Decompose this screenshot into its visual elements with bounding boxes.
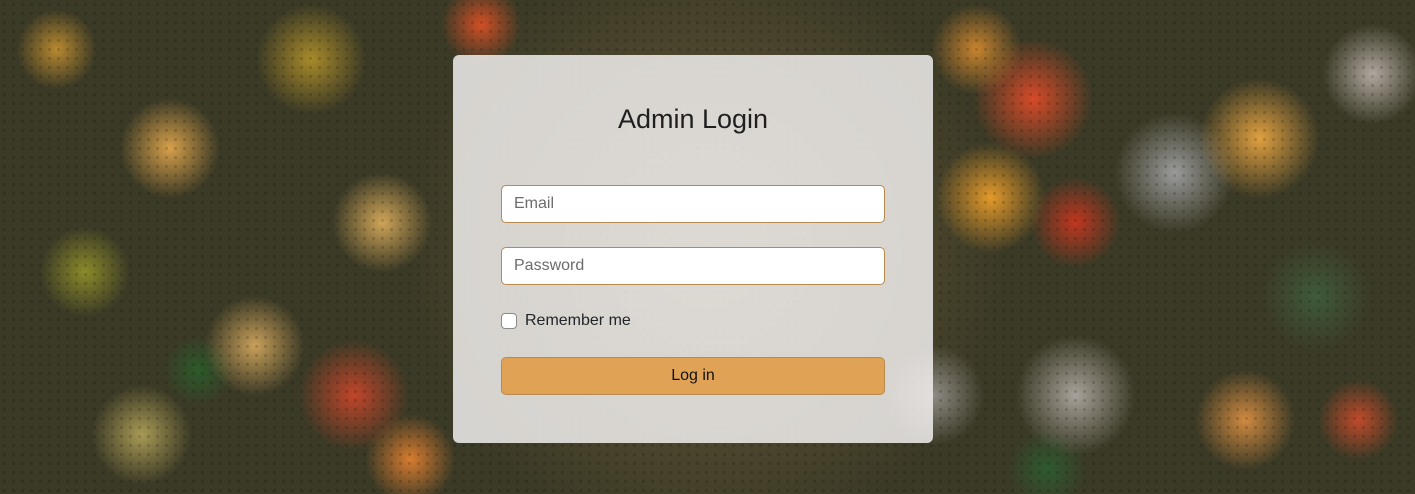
login-button[interactable]: Log in: [501, 357, 885, 395]
password-field[interactable]: [501, 247, 885, 285]
page-title: Admin Login: [617, 104, 769, 134]
remember-me-checkbox[interactable]: [501, 313, 517, 329]
login-card: Admin Login Remember me Log in: [453, 55, 933, 443]
remember-me-label: Remember me: [525, 312, 631, 329]
remember-me-row[interactable]: Remember me: [501, 309, 885, 333]
email-field[interactable]: [501, 185, 885, 223]
